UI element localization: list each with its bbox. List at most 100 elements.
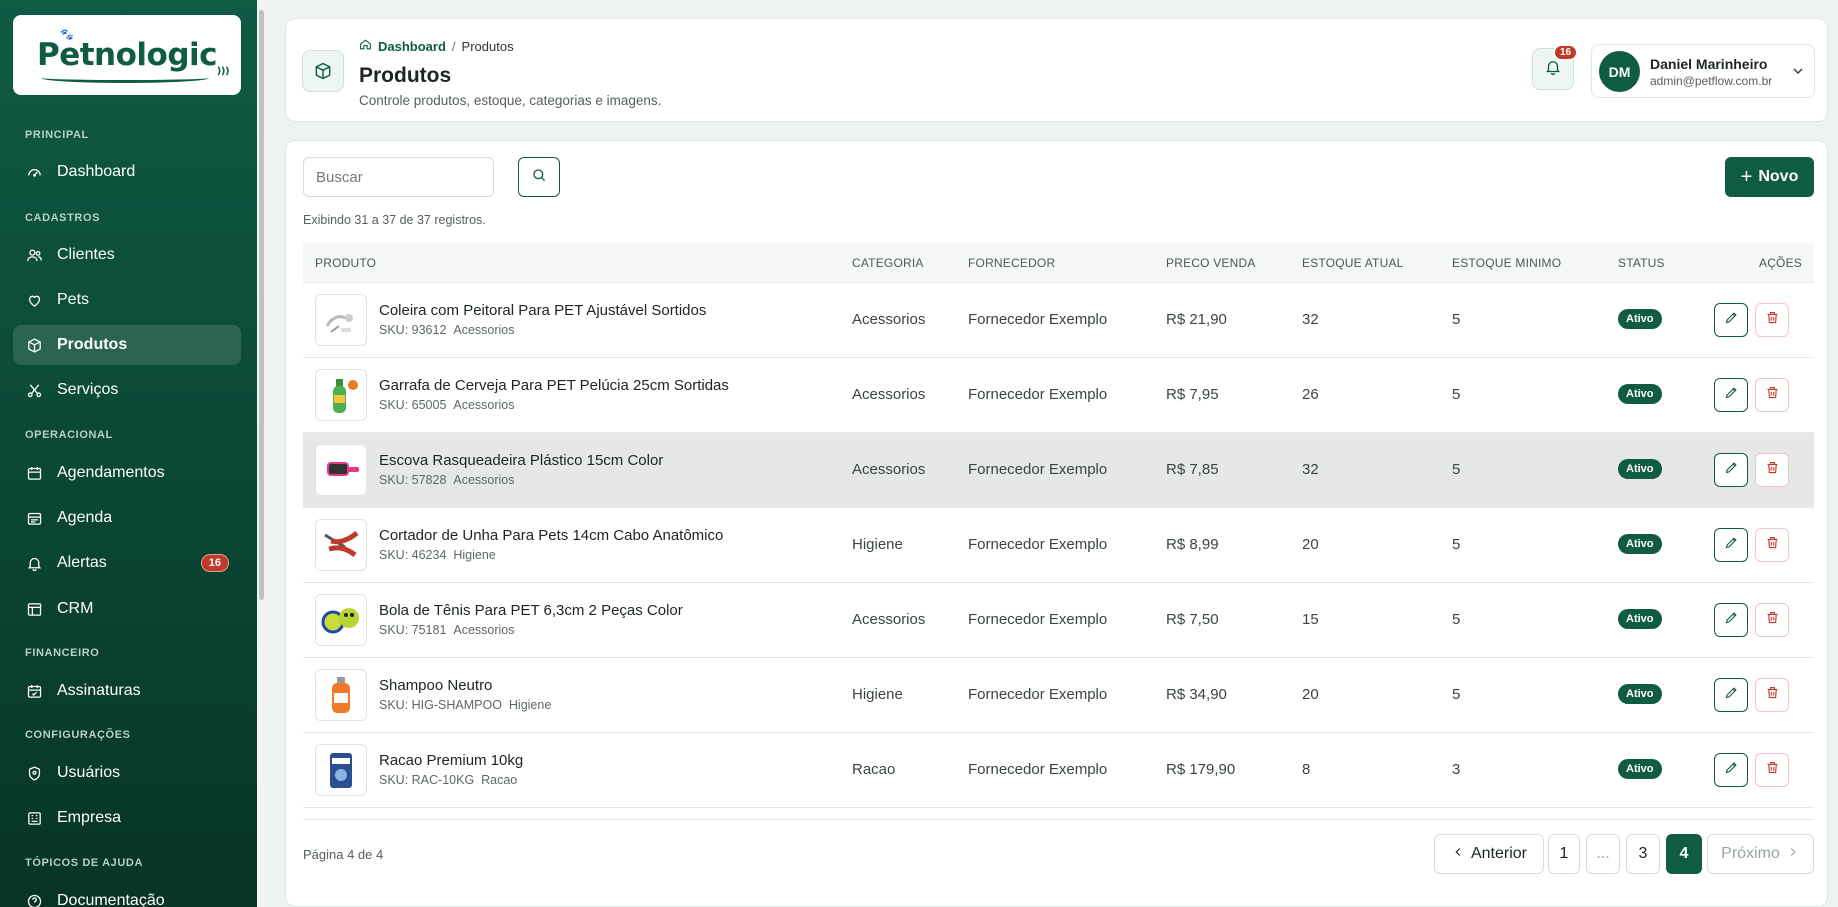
table-row[interactable]: Cortador de Unha Para Pets 14cm Cabo Ana… [303, 508, 1814, 583]
table-row[interactable]: Racao Premium 10kg SKU: RAC-10KG Racao R… [303, 733, 1814, 808]
heart-icon [25, 291, 43, 309]
product-name: Bola de Tênis Para PET 6,3cm 2 Peças Col… [379, 602, 683, 619]
product-sku-category: Racao [481, 773, 518, 787]
product-image[interactable] [315, 444, 367, 496]
sidebar-item-label: Assinaturas [57, 682, 141, 699]
delete-button[interactable] [1755, 303, 1789, 337]
page-header: Dashboard / Produtos Produtos Controle p… [285, 18, 1828, 122]
new-button-label: Novo [1758, 168, 1799, 185]
product-name: Cortador de Unha Para Pets 14cm Cabo Ana… [379, 527, 724, 544]
edit-button[interactable] [1714, 753, 1748, 787]
product-sku: SKU: HIG-SHAMPOO Higiene [379, 698, 551, 712]
pagination-next-label: Próximo [1721, 845, 1780, 862]
col-preco-venda[interactable]: PRECO VENDA [1166, 256, 1256, 270]
sidebar-item-assinaturas[interactable]: Assinaturas [13, 671, 241, 711]
breadcrumb-dashboard-link[interactable]: Dashboard [378, 39, 446, 54]
product-price: R$ 7,95 [1166, 386, 1219, 403]
section-principal: PRINCIPAL [25, 129, 89, 141]
sidebar-item-crm[interactable]: CRM [13, 589, 241, 629]
product-sku-category: Higiene [453, 548, 496, 562]
pagination-next-button[interactable]: Próximo [1707, 834, 1814, 874]
delete-button[interactable] [1755, 453, 1789, 487]
product-sku-code: SKU: 57828 [379, 473, 447, 487]
product-sku-code: SKU: 75181 [379, 623, 447, 637]
col-fornecedor[interactable]: FORNECEDOR [968, 256, 1055, 270]
edit-button[interactable] [1714, 528, 1748, 562]
product-image[interactable] [315, 369, 367, 421]
product-stock: 8 [1302, 761, 1311, 778]
table-row[interactable]: Bola de Tênis Para PET 6,3cm 2 Peças Col… [303, 583, 1814, 658]
pencil-icon [1724, 460, 1739, 480]
sidebar-item-pets[interactable]: Pets [13, 280, 241, 320]
product-price: R$ 21,90 [1166, 311, 1227, 328]
pagination-prev-button[interactable]: Anterior [1434, 834, 1544, 874]
edit-button[interactable] [1714, 378, 1748, 412]
divider [303, 819, 1814, 820]
pagination-page-3[interactable]: 3 [1626, 834, 1660, 874]
product-sku-category: Acessorios [453, 473, 515, 487]
sidebar-item-alertas[interactable]: Alertas 16 [13, 543, 241, 583]
product-stock: 26 [1302, 386, 1319, 403]
edit-button[interactable] [1714, 453, 1748, 487]
status-badge: Ativo [1618, 384, 1662, 404]
breadcrumb-current: Produtos [461, 38, 514, 54]
delete-button[interactable] [1755, 528, 1789, 562]
edit-button[interactable] [1714, 603, 1748, 637]
sidebar-item-produtos[interactable]: Produtos [13, 325, 241, 365]
trash-icon [1765, 385, 1780, 405]
pagination-page-1[interactable]: 1 [1548, 834, 1580, 874]
product-image[interactable] [315, 669, 367, 721]
product-sku: SKU: 75181 Acessorios [379, 623, 515, 637]
product-image[interactable] [315, 594, 367, 646]
delete-button[interactable] [1755, 603, 1789, 637]
sidebar-item-servicos[interactable]: Serviços [13, 370, 241, 410]
search-input[interactable] [303, 157, 494, 197]
table-row[interactable]: Shampoo Neutro SKU: HIG-SHAMPOO Higiene … [303, 658, 1814, 733]
col-produto[interactable]: PRODUTO [315, 256, 376, 270]
new-product-button[interactable]: + Novo [1725, 157, 1814, 197]
product-image[interactable] [315, 519, 367, 571]
sidebar-item-agenda[interactable]: Agenda [13, 498, 241, 538]
sidebar-item-usuarios[interactable]: Usuários [13, 753, 241, 793]
edit-button[interactable] [1714, 678, 1748, 712]
product-price: R$ 8,99 [1166, 536, 1219, 553]
delete-button[interactable] [1755, 753, 1789, 787]
pagination-page-4[interactable]: 4 [1666, 834, 1702, 874]
sidebar-item-label: Pets [57, 291, 90, 308]
brand-logo[interactable]: Petnologic 🐾 ))) [13, 15, 241, 95]
product-image[interactable] [315, 294, 367, 346]
product-image[interactable] [315, 744, 367, 796]
delete-button[interactable] [1755, 378, 1789, 412]
product-sku-category: Acessorios [453, 623, 515, 637]
table-row[interactable]: Escova Rasqueadeira Plástico 15cm Color … [303, 433, 1814, 508]
sidebar-item-label: Agenda [57, 509, 113, 526]
col-estoque-minimo[interactable]: ESTOQUE MINIMO [1452, 256, 1561, 270]
box-icon [302, 50, 344, 92]
product-supplier: Fornecedor Exemplo [968, 386, 1108, 403]
sidebar-item-clientes[interactable]: Clientes [13, 235, 241, 275]
delete-button[interactable] [1755, 678, 1789, 712]
col-categoria[interactable]: CATEGORIA [852, 256, 924, 270]
sidebar-item-empresa[interactable]: Empresa [13, 798, 241, 838]
sidebar-item-dashboard[interactable]: Dashboard [13, 152, 241, 192]
col-estoque-atual[interactable]: ESTOQUE ATUAL [1302, 256, 1404, 270]
table-row[interactable]: Coleira com Peitoral Para PET Ajustável … [303, 283, 1814, 358]
search-button[interactable] [518, 157, 560, 197]
product-price: R$ 7,85 [1166, 461, 1219, 478]
edit-button[interactable] [1714, 303, 1748, 337]
sidebar-item-agendamentos[interactable]: Agendamentos [13, 453, 241, 493]
product-sku: SKU: RAC-10KG Racao [379, 773, 517, 787]
brand-logo-text: Petnologic 🐾 ))) [37, 28, 230, 83]
pencil-icon [1724, 610, 1739, 630]
trash-icon [1765, 310, 1780, 330]
col-status[interactable]: STATUS [1618, 256, 1665, 270]
sidebar-item-label: CRM [57, 600, 94, 617]
user-menu[interactable]: DM Daniel Marinheiro admin@petflow.com.b… [1591, 44, 1815, 98]
calendar-check-icon [25, 682, 43, 700]
user-name: Daniel Marinheiro [1650, 56, 1768, 72]
table-row[interactable]: Garrafa de Cerveja Para PET Pelúcia 25cm… [303, 358, 1814, 433]
sidebar-item-documentacao[interactable]: Documentação [13, 881, 241, 907]
product-stock: 20 [1302, 536, 1319, 553]
sidebar-scrollbar-thumb[interactable] [259, 10, 264, 600]
gauge-icon [25, 163, 43, 181]
